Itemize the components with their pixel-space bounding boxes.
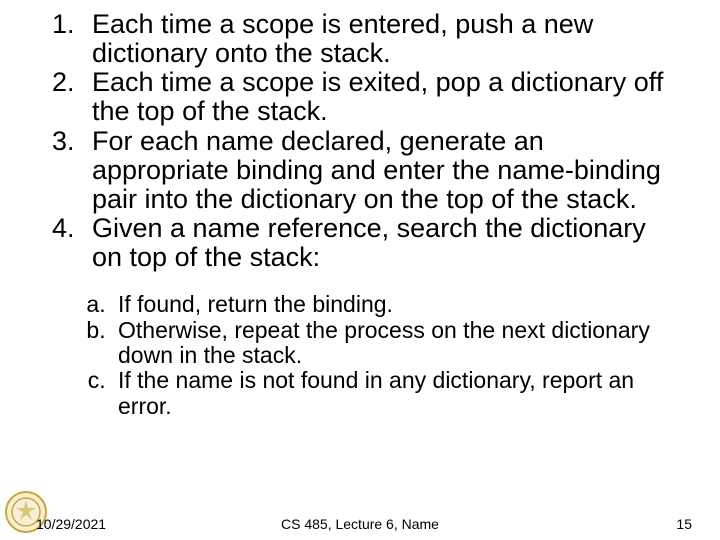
list-item: For each name declared, generate an appr… — [82, 127, 680, 214]
list-item: Each time a scope is entered, push a new… — [82, 10, 680, 68]
footer-title: CS 485, Lecture 6, Name — [0, 516, 720, 532]
list-item: Each time a scope is exited, pop a dicti… — [82, 68, 680, 126]
list-item: If the name is not found in any dictiona… — [112, 368, 680, 419]
list-item: Given a name reference, search the dicti… — [82, 214, 680, 272]
slide: Each time a scope is entered, push a new… — [0, 0, 720, 540]
list-item: Otherwise, repeat the process on the nex… — [112, 318, 680, 369]
numbered-list: Each time a scope is entered, push a new… — [40, 10, 680, 272]
list-item-text: Given a name reference, search the dicti… — [92, 213, 646, 272]
list-item-text: Otherwise, repeat the process on the nex… — [118, 317, 650, 368]
list-item: If found, return the binding. — [112, 292, 680, 317]
list-item-text: Each time a scope is exited, pop a dicti… — [92, 67, 663, 126]
list-item-text: If the name is not found in any dictiona… — [118, 367, 634, 418]
page-number: 15 — [676, 516, 692, 532]
list-item-text: Each time a scope is entered, push a new… — [92, 9, 593, 68]
lettered-sublist: If found, return the binding. Otherwise,… — [70, 292, 680, 418]
list-item-text: If found, return the binding. — [118, 291, 393, 317]
list-item-text: For each name declared, generate an appr… — [92, 126, 661, 214]
